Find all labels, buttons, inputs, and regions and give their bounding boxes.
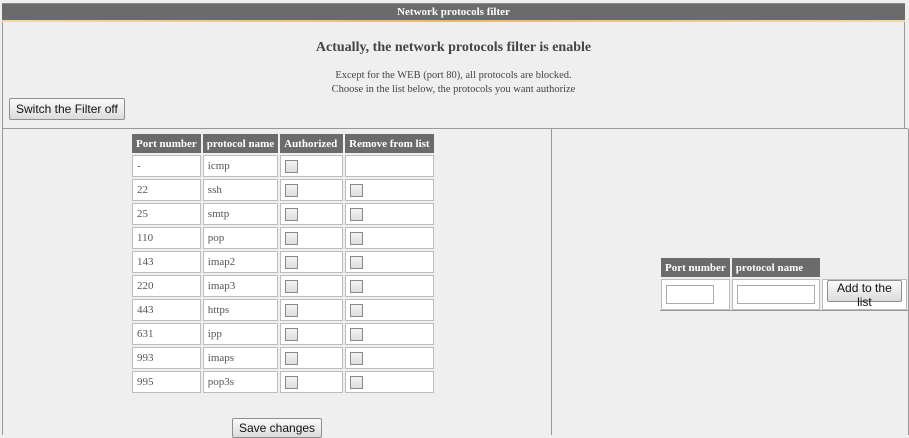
- table-row: 110 pop: [132, 227, 434, 249]
- add-form-row: Add to the list: [661, 279, 907, 310]
- remove-checkbox[interactable]: [350, 351, 364, 365]
- port-number-cell: 993: [132, 347, 201, 369]
- table-row: 995 pop3s: [132, 371, 434, 393]
- remove-cell: [345, 155, 434, 177]
- save-changes-button[interactable]: Save changes: [232, 418, 323, 438]
- authorized-checkbox[interactable]: [285, 231, 299, 245]
- port-number-cell: 143: [132, 251, 201, 273]
- authorized-checkbox[interactable]: [285, 327, 299, 341]
- authorized-cell: [280, 251, 344, 273]
- remove-cell: [345, 371, 434, 393]
- add-form-divider: [660, 310, 908, 311]
- authorized-checkbox[interactable]: [285, 159, 299, 173]
- protocol-name-cell: https: [202, 299, 279, 321]
- column-header-protocol: protocol name: [202, 134, 279, 153]
- add-form-header: Port number protocol name: [661, 258, 907, 277]
- authorized-checkbox[interactable]: [285, 255, 299, 269]
- new-port-input[interactable]: [666, 285, 714, 304]
- protocol-name-cell: ssh: [202, 179, 279, 201]
- filter-status-panel: Actually, the network protocols filter i…: [2, 22, 905, 128]
- authorized-cell: [280, 299, 344, 321]
- table-row: 443 https: [132, 299, 434, 321]
- table-row: 143 imap2: [132, 251, 434, 273]
- protocol-name-cell: icmp: [202, 155, 279, 177]
- panel-border-left: [2, 129, 3, 435]
- port-number-cell: 220: [132, 275, 201, 297]
- remove-cell: [345, 275, 434, 297]
- port-number-cell: 25: [132, 203, 201, 225]
- protocol-name-cell: smtp: [202, 203, 279, 225]
- switch-filter-off-button[interactable]: Switch the Filter off: [9, 98, 125, 120]
- authorized-cell: [280, 155, 344, 177]
- authorized-cell: [280, 347, 344, 369]
- remove-checkbox[interactable]: [350, 255, 364, 269]
- port-number-cell: -: [132, 155, 201, 177]
- protocol-name-cell: pop: [202, 227, 279, 249]
- port-number-cell: 443: [132, 299, 201, 321]
- filter-status-info-1: Except for the WEB (port 80), all protoc…: [335, 70, 572, 81]
- add-column-header-port: Port number: [661, 258, 730, 277]
- authorized-cell: [280, 323, 344, 345]
- remove-cell: [345, 251, 434, 273]
- protocol-name-cell: pop3s: [202, 371, 279, 393]
- protocol-name-cell: imaps: [202, 347, 279, 369]
- column-header-authorized: Authorized: [280, 134, 344, 153]
- table-row: 25 smtp: [132, 203, 434, 225]
- port-number-cell: 22: [132, 179, 201, 201]
- authorized-cell: [280, 227, 344, 249]
- authorized-cell: [280, 179, 344, 201]
- authorized-checkbox[interactable]: [285, 375, 299, 389]
- authorized-checkbox[interactable]: [285, 303, 299, 317]
- remove-cell: [345, 323, 434, 345]
- port-number-cell: 995: [132, 371, 201, 393]
- remove-cell: [345, 203, 434, 225]
- remove-checkbox[interactable]: [350, 207, 364, 221]
- table-row: 220 imap3: [132, 275, 434, 297]
- remove-checkbox[interactable]: [350, 303, 364, 317]
- remove-cell: [345, 179, 434, 201]
- add-to-list-button[interactable]: Add to the list: [826, 280, 902, 309]
- authorized-cell: [280, 203, 344, 225]
- filter-status-heading: Actually, the network protocols filter i…: [315, 40, 592, 55]
- page-title-bar: Network protocols filter: [2, 3, 905, 22]
- table-row: 22 ssh: [132, 179, 434, 201]
- remove-checkbox[interactable]: [350, 183, 364, 197]
- authorized-checkbox[interactable]: [285, 183, 299, 197]
- authorized-cell: [280, 371, 344, 393]
- section-divider: [2, 128, 908, 129]
- table-row: 993 imaps: [132, 347, 434, 369]
- page-title: Network protocols filter: [397, 6, 510, 18]
- column-header-port: Port number: [132, 134, 201, 153]
- remove-cell: [345, 227, 434, 249]
- authorized-checkbox[interactable]: [285, 207, 299, 221]
- new-protocol-name-input[interactable]: [736, 285, 815, 304]
- authorized-checkbox[interactable]: [285, 351, 299, 365]
- remove-checkbox[interactable]: [350, 375, 364, 389]
- panel-border-middle: [551, 129, 552, 435]
- protocols-table: Port number protocol name Authorized Rem…: [130, 132, 436, 395]
- add-protocol-form: Port number protocol name Add to the lis…: [659, 256, 909, 312]
- filter-status-info-2: Choose in the list below, the protocols …: [331, 84, 576, 95]
- protocol-name-cell: imap3: [202, 275, 279, 297]
- table-row: 631 ipp: [132, 323, 434, 345]
- remove-checkbox[interactable]: [350, 327, 364, 341]
- remove-checkbox[interactable]: [350, 279, 364, 293]
- table-row: - icmp: [132, 155, 434, 177]
- authorized-cell: [280, 275, 344, 297]
- protocol-name-cell: imap2: [202, 251, 279, 273]
- remove-cell: [345, 299, 434, 321]
- authorized-checkbox[interactable]: [285, 279, 299, 293]
- remove-checkbox[interactable]: [350, 231, 364, 245]
- remove-cell: [345, 347, 434, 369]
- protocol-name-cell: ipp: [202, 323, 279, 345]
- column-header-remove: Remove from list: [345, 134, 434, 153]
- add-column-header-protocol: protocol name: [731, 258, 820, 277]
- port-number-cell: 110: [132, 227, 201, 249]
- protocols-table-header: Port number protocol name Authorized Rem…: [132, 134, 434, 153]
- port-number-cell: 631: [132, 323, 201, 345]
